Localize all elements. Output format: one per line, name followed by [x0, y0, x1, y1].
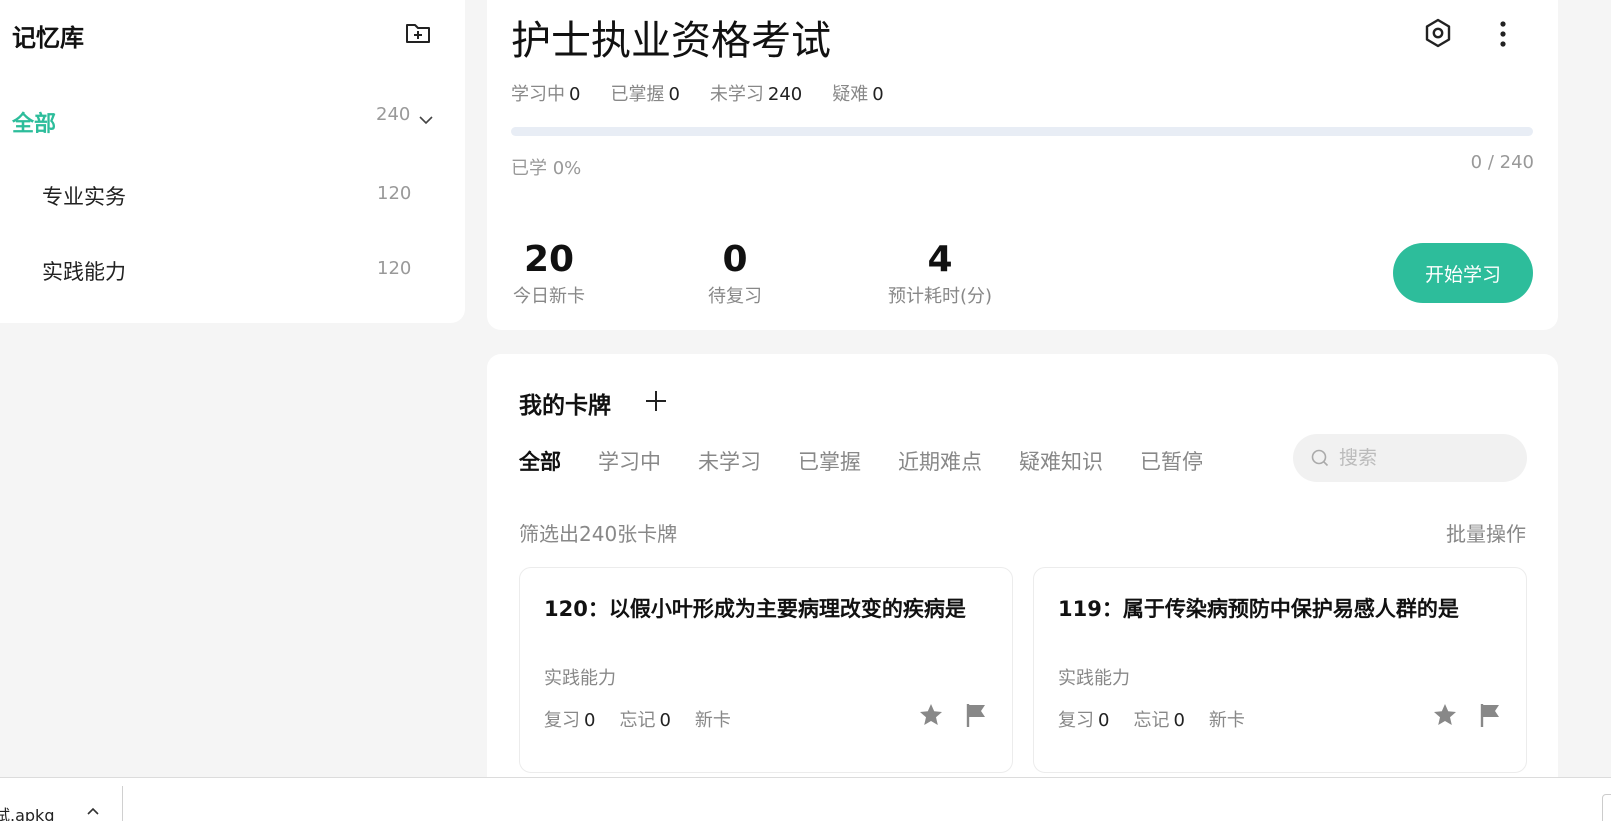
stat-difficult: 疑难 0 — [832, 84, 884, 105]
card-filter-tabs: 全部 学习中 未学习 已掌握 近期难点 疑难知识 已暂停 — [519, 446, 1203, 476]
download-bar: 试.apkg — [0, 777, 1611, 821]
sidebar-item-count: 120 — [377, 258, 412, 279]
card-tag: 实践能力 — [544, 668, 616, 689]
card-question: 119：属于传染病预防中保护易感人群的是 — [1058, 597, 1459, 621]
search-icon — [1311, 449, 1329, 467]
sidebar-item-label: 实践能力 — [42, 260, 126, 284]
sidebar-item-professional-practice[interactable]: 专业实务 120 — [42, 181, 422, 217]
folder-add-icon[interactable] — [404, 18, 432, 46]
sidebar-item-practical-ability[interactable]: 实践能力 120 — [42, 256, 422, 292]
tab-learning[interactable]: 学习中 — [598, 446, 661, 476]
chevron-down-icon[interactable] — [416, 110, 436, 130]
tab-mastered[interactable]: 已掌握 — [798, 446, 861, 476]
deck-sidebar: 记忆库 全部 240 专业实务 120 实践能力 120 — [0, 0, 465, 323]
sidebar-item-count: 120 — [377, 183, 412, 204]
search-input[interactable] — [1339, 447, 1519, 469]
stat-unlearned: 未学习 240 — [709, 84, 803, 105]
plus-icon[interactable] — [643, 388, 669, 414]
card-item[interactable]: 120：以假小叶形成为主要病理改变的疾病是 实践能力 复习 0 忘记 0 新卡 — [519, 567, 1013, 773]
deck-summary-card: 护士执业资格考试 学习中 0 已掌握 0 未学习 240 疑难 0 已学 0% 0 / … — [487, 0, 1558, 330]
metric-estimated-time: 4 预计耗时(分) — [887, 239, 993, 307]
card-meta: 复习 0 忘记 0 新卡 — [1058, 706, 1245, 732]
card-review-count: 复习 0 — [544, 710, 596, 731]
metric-new-cards: 20 今日新卡 — [513, 239, 585, 307]
sidebar-item-all[interactable]: 全部 — [12, 106, 56, 138]
start-learning-button[interactable]: 开始学习 — [1393, 243, 1533, 303]
download-file-name[interactable]: 试.apkg — [0, 802, 54, 821]
flag-icon[interactable] — [964, 702, 988, 728]
metric-to-review: 0 待复习 — [708, 239, 762, 307]
batch-operation-link[interactable]: 批量操作 — [1446, 518, 1526, 547]
page-title: 护士执业资格考试 — [511, 18, 831, 64]
card-item[interactable]: 119：属于传染病预防中保护易感人群的是 实践能力 复习 0 忘记 0 新卡 — [1033, 567, 1527, 773]
learned-ratio: 0 / 240 — [1470, 152, 1534, 173]
card-meta: 复习 0 忘记 0 新卡 — [544, 706, 731, 732]
stat-mastered: 已掌握 0 — [610, 84, 680, 105]
stat-learning: 学习中 0 — [511, 84, 581, 105]
sidebar-title: 记忆库 — [12, 24, 84, 52]
card-tag: 实践能力 — [1058, 668, 1130, 689]
tab-recent-difficult[interactable]: 近期难点 — [898, 446, 982, 476]
tab-all[interactable]: 全部 — [519, 446, 561, 476]
card-status: 新卡 — [1208, 710, 1245, 731]
download-bar-edge — [1602, 794, 1611, 821]
flag-icon[interactable] — [1478, 702, 1502, 728]
section-title: 我的卡牌 — [519, 393, 611, 419]
tab-difficult-knowledge[interactable]: 疑难知识 — [1019, 446, 1103, 476]
star-icon[interactable] — [918, 702, 944, 728]
card-forget-count: 忘记 0 — [619, 710, 671, 731]
filter-count: 筛选出240张卡牌 — [519, 522, 678, 546]
tab-unlearned[interactable]: 未学习 — [698, 446, 761, 476]
settings-icon[interactable] — [1423, 18, 1453, 48]
my-cards-section: 我的卡牌 全部 学习中 未学习 已掌握 近期难点 疑难知识 已暂停 筛选出240… — [487, 354, 1558, 821]
learned-percent: 已学 0% — [511, 158, 582, 179]
card-question: 120：以假小叶形成为主要病理改变的疾病是 — [544, 597, 966, 621]
progress-bar — [511, 127, 1533, 136]
card-forget-count: 忘记 0 — [1133, 710, 1185, 731]
sidebar-item-label: 专业实务 — [42, 185, 126, 209]
divider — [122, 786, 123, 821]
deck-stats: 学习中 0 已掌握 0 未学习 240 疑难 0 — [511, 80, 884, 106]
star-icon[interactable] — [1432, 702, 1458, 728]
more-vertical-icon[interactable] — [1491, 18, 1515, 50]
search-box[interactable] — [1293, 434, 1527, 482]
chevron-up-icon[interactable] — [86, 804, 100, 818]
sidebar-all-count: 240 — [376, 104, 411, 125]
tab-paused[interactable]: 已暂停 — [1140, 446, 1203, 476]
card-status: 新卡 — [694, 710, 731, 731]
card-review-count: 复习 0 — [1058, 710, 1110, 731]
